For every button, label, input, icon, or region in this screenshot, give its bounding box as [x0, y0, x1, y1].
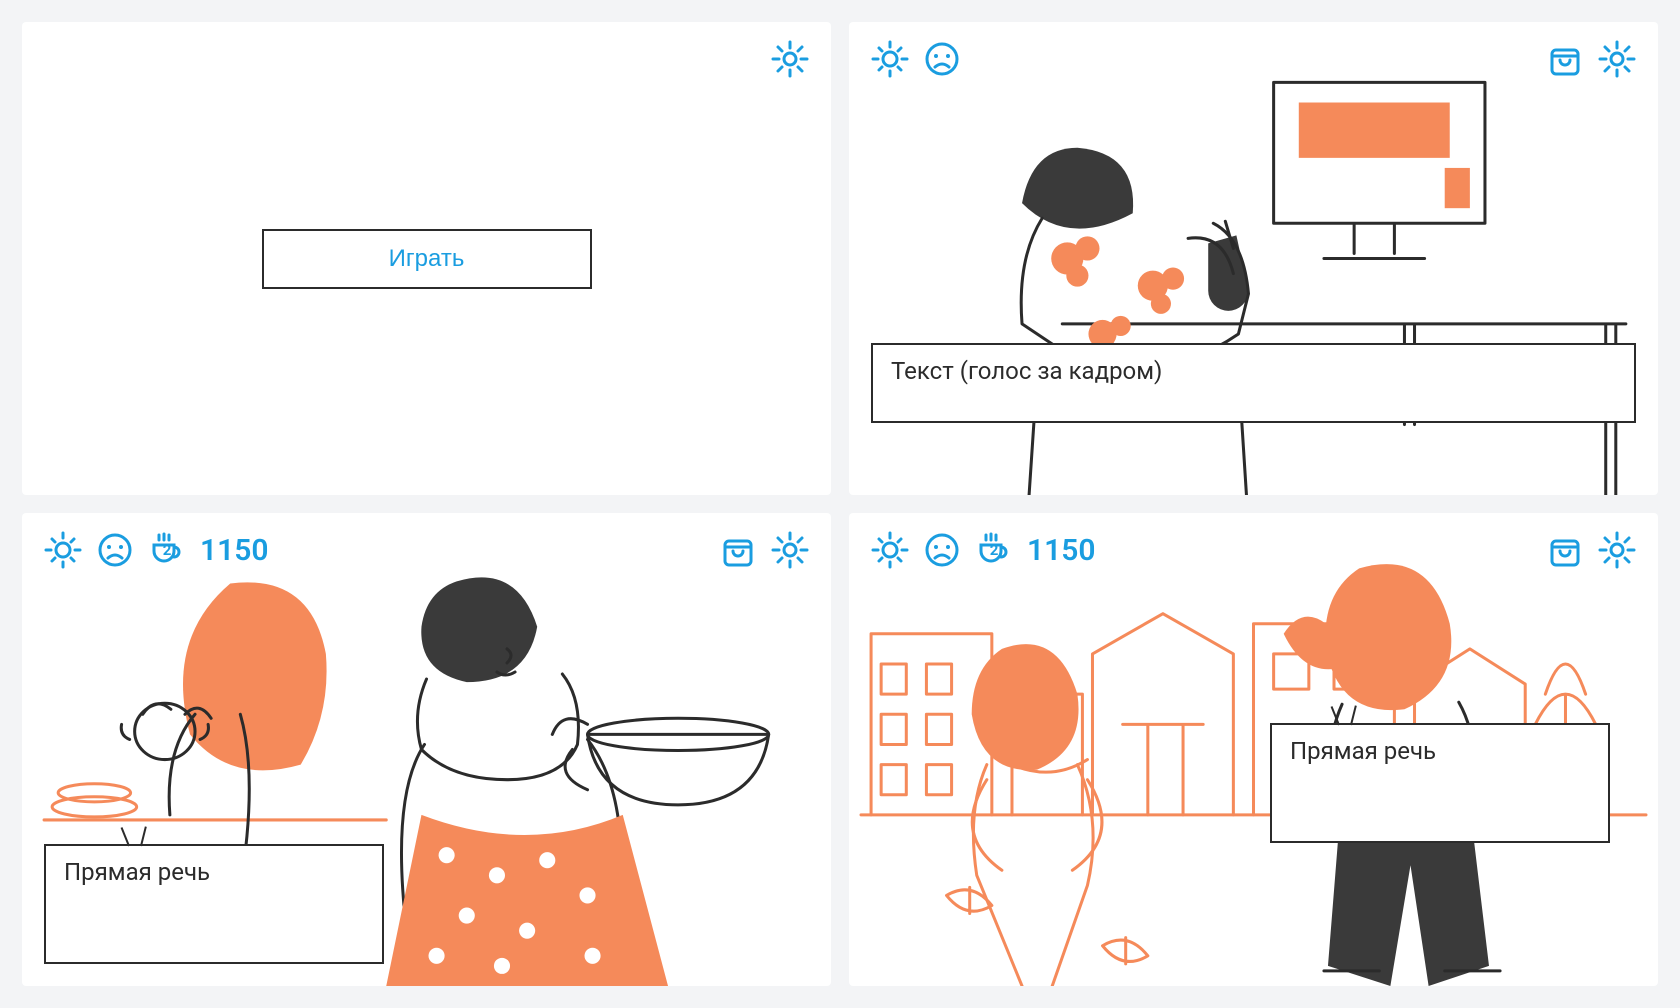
speech-tail	[1336, 707, 1358, 725]
illustration	[849, 22, 1658, 495]
screen-title: Играть	[22, 22, 831, 495]
sad-face-icon	[96, 531, 134, 569]
hud	[871, 40, 1636, 78]
play-button[interactable]: Играть	[262, 229, 592, 289]
gear-icon[interactable]	[771, 531, 809, 569]
coffee-cup-icon: 2	[148, 531, 186, 569]
sad-face-icon	[923, 531, 961, 569]
hud: 2 1150	[871, 531, 1636, 569]
coffee-cup-icon: 2	[975, 531, 1013, 569]
sun-icon	[44, 531, 82, 569]
cup-count: 2	[990, 541, 999, 559]
speech-caption: Прямая речь	[44, 844, 384, 964]
score-value: 1150	[1027, 533, 1096, 568]
hud	[44, 40, 809, 78]
screen-narration: Текст (голос за кадром)	[849, 22, 1658, 495]
gear-icon[interactable]	[1598, 40, 1636, 78]
screens-grid: Играть	[0, 0, 1680, 1008]
score-value: 1150	[200, 533, 269, 568]
hud: 2 1150	[44, 531, 809, 569]
speech-text: Прямая речь	[1290, 737, 1436, 765]
title-center: Играть	[22, 22, 831, 495]
gear-icon[interactable]	[771, 40, 809, 78]
sun-icon	[871, 531, 909, 569]
shop-icon[interactable]	[719, 531, 757, 569]
speech-caption: Прямая речь	[1270, 723, 1610, 843]
sad-face-icon	[923, 40, 961, 78]
narration-caption: Текст (голос за кадром)	[871, 343, 1636, 423]
shop-icon[interactable]	[1546, 531, 1584, 569]
speech-tail	[126, 828, 148, 846]
gear-icon[interactable]	[1598, 531, 1636, 569]
cup-count: 2	[163, 541, 172, 559]
shop-icon[interactable]	[1546, 40, 1584, 78]
screen-dialogue-kitchen: 2 1150	[22, 513, 831, 986]
screen-dialogue-street: 2 1150	[849, 513, 1658, 986]
sun-icon	[871, 40, 909, 78]
speech-text: Прямая речь	[64, 858, 210, 886]
